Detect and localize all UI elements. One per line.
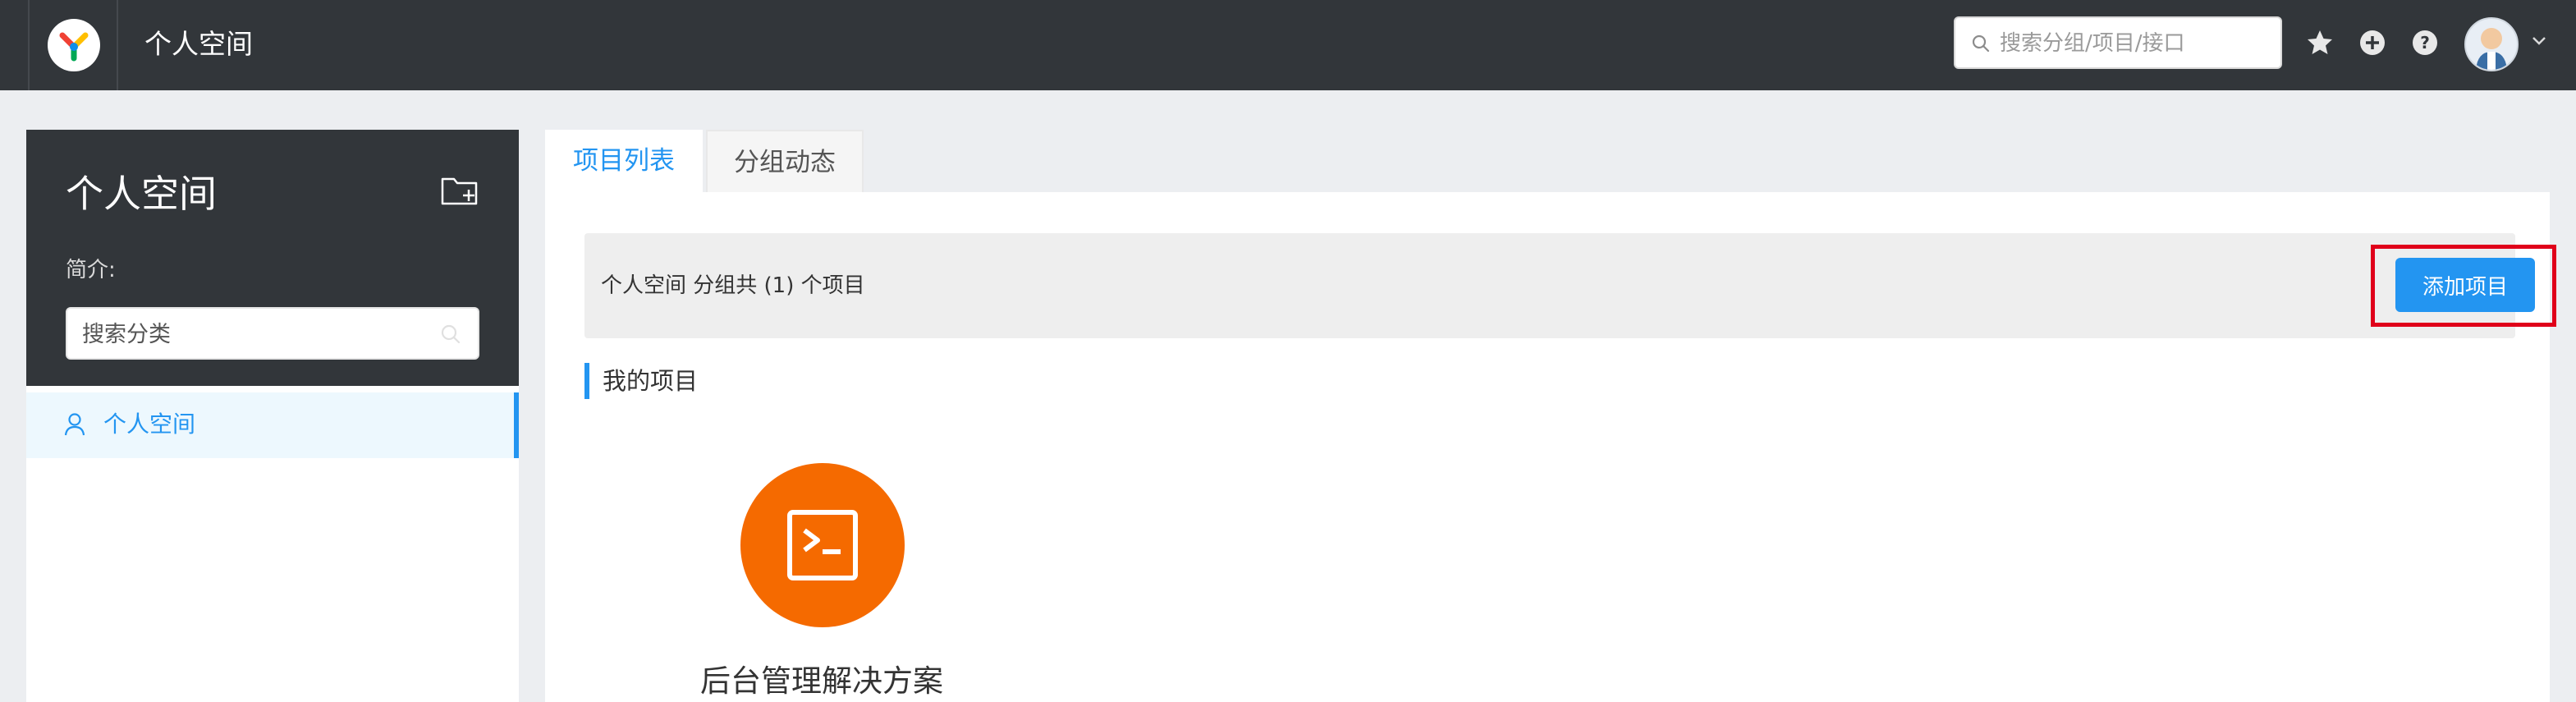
folder-add-icon[interactable] [440, 174, 479, 207]
project-card[interactable]: 后台管理解决方案 [680, 463, 964, 702]
chevron-down-icon[interactable] [2532, 36, 2546, 46]
yapi-logo-icon[interactable] [48, 19, 100, 71]
project-list-panel: 个人空间 分组共 (1) 个项目 添加项目 我的项目 后台管理解决方案 [545, 192, 2556, 702]
avatar[interactable] [2464, 17, 2519, 71]
project-name[interactable]: 后台管理解决方案 [680, 662, 964, 701]
group-info-panel: 个人空间 简介: [26, 130, 519, 386]
header-title[interactable]: 个人空间 [144, 28, 253, 61]
tab-project-list[interactable]: 项目列表 [545, 130, 703, 192]
project-count-text: 个人空间 分组共 (1) 个项目 [601, 273, 865, 298]
tab-group-activity[interactable]: 分组动态 [706, 130, 864, 192]
category-search-input[interactable] [82, 320, 427, 348]
category-search[interactable] [66, 307, 479, 360]
terminal-icon [787, 510, 858, 580]
top-header: 个人空间 ? [0, 0, 2576, 90]
project-summary-bar: 个人空间 分组共 (1) 个项目 添加项目 [584, 233, 2556, 338]
user-icon [64, 413, 85, 436]
group-title: 个人空间 [66, 172, 217, 216]
search-icon [1972, 34, 1990, 53]
star-icon[interactable] [2305, 28, 2335, 57]
add-project-button[interactable]: 添加项目 [2395, 258, 2535, 312]
project-logo[interactable] [740, 463, 905, 627]
add-circle-icon[interactable] [2358, 28, 2387, 57]
my-projects-heading: 我的项目 [584, 363, 698, 399]
sidebar-item-personal-space[interactable]: 个人空间 [26, 392, 519, 458]
avatar-image [2476, 28, 2507, 70]
svg-text:?: ? [2420, 33, 2430, 53]
help-icon[interactable]: ? [2410, 28, 2440, 57]
logo-area[interactable] [28, 0, 118, 90]
global-search[interactable] [1954, 16, 2282, 69]
search-icon [441, 324, 461, 344]
group-description-label: 简介: [66, 258, 116, 282]
global-search-input[interactable] [2000, 30, 2271, 57]
sidebar-item-label: 个人空间 [103, 411, 196, 438]
group-sidebar: 个人空间 简介: 个人空间 [26, 130, 519, 702]
